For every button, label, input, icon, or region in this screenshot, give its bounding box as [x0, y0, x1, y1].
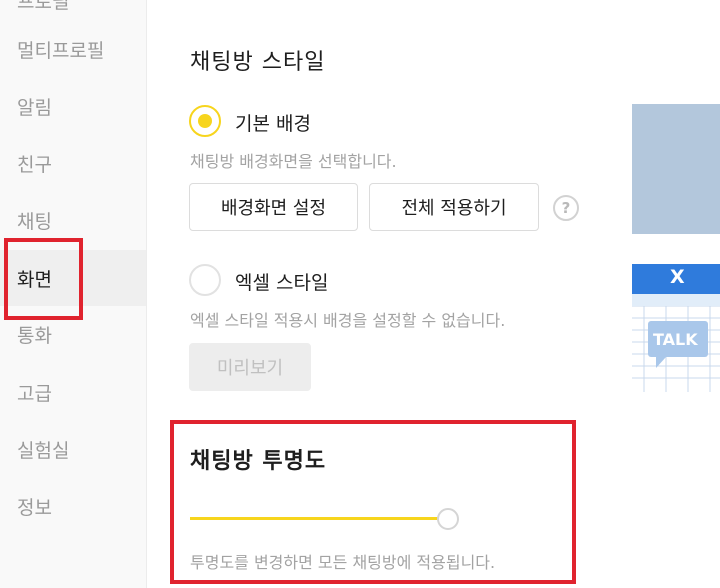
excel-style-label: 엑셀 스타일 — [235, 272, 329, 294]
settings-sidebar: 프로필 멀티프로필 알림 친구 채팅 화면 통화 고급 실험실 정보 — [0, 0, 147, 588]
sidebar-item-display[interactable]: 화면 — [0, 250, 146, 306]
sidebar-item-multiprofile[interactable]: 멀티프로필 — [0, 21, 146, 77]
sidebar-item-friends[interactable]: 친구 — [0, 135, 146, 191]
transparency-slider-thumb[interactable] — [437, 508, 459, 530]
sidebar-item-calls[interactable]: 통화 — [0, 306, 146, 362]
transparency-slider-track[interactable] — [190, 517, 448, 520]
transparency-description: 투명도를 변경하면 모든 채팅방에 적용됩니다. — [190, 553, 496, 572]
basic-background-description: 채팅방 배경화면을 선택합니다. — [190, 152, 397, 171]
set-wallpaper-button[interactable]: 배경화면 설정 — [189, 183, 358, 231]
basic-background-label: 기본 배경 — [235, 113, 311, 135]
chat-style-title: 채팅방 스타일 — [190, 50, 326, 75]
excel-style-description: 엑셀 스타일 적용시 배경을 설정할 수 없습니다. — [190, 311, 506, 330]
talk-bubble-icon: TALK — [653, 330, 698, 349]
basic-background-radio[interactable] — [189, 105, 221, 137]
excel-x-icon: X — [670, 266, 685, 288]
question-circle-icon[interactable]: ? — [553, 195, 579, 221]
sidebar-item-info[interactable]: 정보 — [0, 478, 146, 534]
preview-button[interactable]: 미리보기 — [189, 343, 311, 391]
sidebar-item-advanced[interactable]: 고급 — [0, 364, 146, 420]
excel-style-radio[interactable] — [189, 264, 221, 296]
apply-all-button[interactable]: 전체 적용하기 — [369, 183, 539, 231]
sidebar-item-labs[interactable]: 실험실 — [0, 421, 146, 477]
basic-background-preview — [632, 104, 720, 234]
transparency-title: 채팅방 투명도 — [190, 449, 327, 474]
excel-style-preview: X TALK — [632, 264, 720, 392]
sidebar-item-notifications[interactable]: 알림 — [0, 78, 146, 134]
sidebar-item-chats[interactable]: 채팅 — [0, 192, 146, 248]
